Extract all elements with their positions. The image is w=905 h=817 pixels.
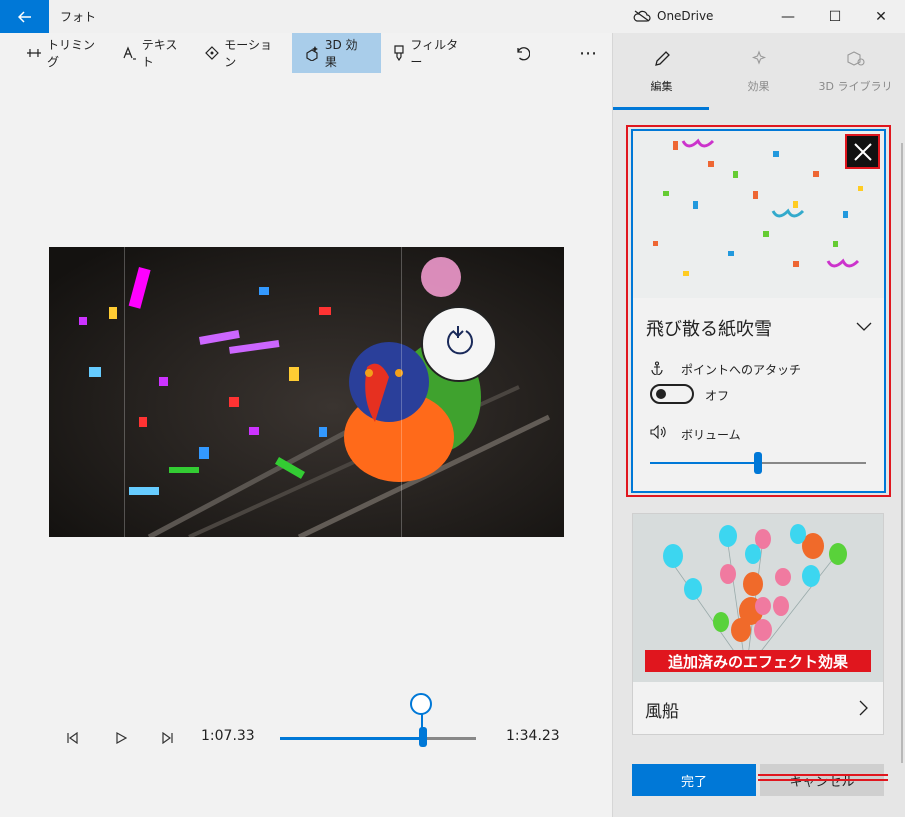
balloon-effect-card[interactable]: 追加済みのエフェクト効果 風船 (632, 513, 884, 735)
next-frame-button[interactable] (162, 729, 174, 748)
attach-toggle[interactable] (650, 384, 694, 404)
volume-slider-thumb[interactable] (754, 452, 762, 474)
anchor-icon (651, 361, 663, 375)
close-icon (853, 142, 872, 161)
playback-bar: 1:07.33 1:34.23 (0, 693, 612, 765)
tab-edit[interactable]: 編集 (613, 33, 710, 110)
previous-frame-icon (67, 731, 78, 745)
toggle-knob (656, 389, 666, 399)
cloud-icon (633, 10, 651, 22)
tab-3d-library-label: 3D ライブラリ (818, 79, 893, 93)
active-tab-indicator (613, 107, 709, 110)
timeline-progress (280, 737, 424, 740)
text-icon (123, 46, 136, 60)
chevron-right-icon[interactable] (859, 700, 869, 716)
guide-line-left (124, 247, 125, 537)
guide-line-right (401, 247, 402, 537)
trim-label: トリミング (46, 38, 95, 69)
play-button[interactable] (115, 729, 128, 748)
play-icon (116, 731, 128, 745)
remove-effect-button[interactable] (845, 134, 880, 169)
undo-button[interactable] (500, 33, 549, 73)
cancel-strike-lower (758, 779, 888, 781)
video-preview[interactable] (49, 247, 564, 537)
attach-label: ポイントへのアタッチ (681, 363, 802, 377)
back-button[interactable] (0, 0, 49, 33)
cancel-strike-upper (758, 774, 888, 776)
cube-search-icon (846, 50, 865, 66)
rotate-icon (447, 326, 473, 355)
effect-anchor-stem (421, 713, 424, 733)
tab-edit-label: 編集 (650, 79, 673, 93)
next-frame-icon (162, 731, 173, 745)
tab-3d-library[interactable]: 3D ライブラリ (807, 33, 904, 110)
rotate-handle[interactable] (421, 306, 497, 382)
tab-effects-label: 効果 (747, 79, 770, 93)
maximize-button[interactable]: ☐ (812, 0, 858, 33)
sparkle-icon (751, 49, 766, 65)
text-button[interactable]: テキスト (115, 33, 197, 73)
filter-brush-icon (394, 45, 404, 61)
motion-button[interactable]: モーション (197, 33, 292, 73)
text-label: テキスト (141, 38, 178, 69)
balloon-effect-name: 風船 (645, 702, 679, 722)
panel-tabs: 編集 効果 3D ライブラリ (613, 33, 905, 110)
current-time: 1:07.33 (201, 728, 255, 744)
onedrive-label: OneDrive (657, 9, 714, 23)
volume-slider-fill (650, 462, 758, 464)
more-options-button[interactable]: ⋯ (565, 33, 612, 73)
app-title: フォト (60, 10, 97, 24)
filter-label: フィルター (410, 38, 459, 69)
onedrive-status[interactable]: OneDrive (633, 9, 713, 23)
panel-scrollbar[interactable] (901, 143, 903, 763)
done-button[interactable]: 完了 (632, 764, 756, 796)
chevron-down-icon[interactable] (856, 322, 872, 332)
effects3d-button[interactable]: 3D 効果 (291, 33, 382, 73)
pencil-icon (654, 50, 670, 66)
motion-label: モーション (224, 38, 273, 69)
previous-frame-button[interactable] (66, 729, 78, 748)
effects3d-label: 3D 効果 (324, 38, 358, 69)
editing-toolbar: トリミング テキスト モーション 3D 効果 フィルター ⋯ (0, 33, 612, 73)
effects3d-icon (306, 46, 318, 61)
attach-toggle-state: オフ (705, 389, 730, 403)
trim-icon (26, 49, 41, 57)
back-arrow-icon (17, 10, 31, 23)
motion-icon (205, 46, 220, 60)
minimize-button[interactable]: — (765, 0, 811, 33)
tab-effects[interactable]: 効果 (710, 33, 807, 110)
volume-icon (650, 425, 666, 439)
volume-label: ボリューム (681, 428, 741, 442)
undo-icon (517, 47, 530, 61)
close-window-button[interactable]: ✕ (858, 0, 904, 33)
total-time: 1:34.23 (506, 728, 560, 744)
parrot-confetti-frame (49, 247, 564, 537)
added-effect-annotation: 追加済みのエフェクト効果 (645, 650, 871, 672)
effect-anchor-circle (410, 693, 433, 715)
confetti-effect-card[interactable]: 飛び散る紙吹雪 ポイントへのアタッチ オフ ボリューム (631, 129, 886, 493)
filter-button[interactable]: フィルター (381, 33, 482, 73)
trim-button[interactable]: トリミング (18, 33, 115, 73)
effect-title: 飛び散る紙吹雪 (646, 319, 772, 340)
